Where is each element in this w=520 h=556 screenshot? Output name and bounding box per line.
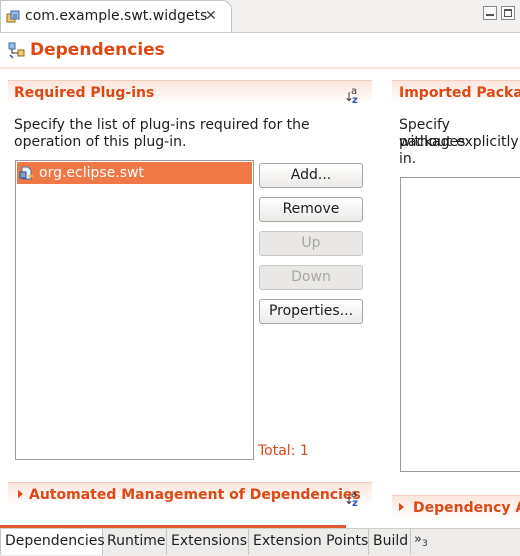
maximize-icon[interactable] <box>501 6 515 20</box>
up-button[interactable]: Up <box>259 231 363 256</box>
expand-twisty-icon[interactable] <box>18 490 23 498</box>
tab-overflow-chevron[interactable]: »3 <box>414 532 428 549</box>
automated-management-title[interactable]: Automated Management of Dependencies <box>29 487 361 503</box>
required-plugins-section-header: Required Plug-ins ↓ a z <box>8 80 372 107</box>
list-item[interactable]: org.eclipse.swt <box>17 162 252 184</box>
imported-packages-description-line2: without explicitly <box>399 134 519 150</box>
required-plugins-title: Required Plug-ins <box>14 85 155 101</box>
required-plugins-list[interactable]: org.eclipse.swt <box>15 160 254 460</box>
tab-extension-points[interactable]: Extension Points <box>249 529 369 555</box>
imported-packages-section-header: Imported Packag <box>392 80 520 104</box>
required-plugins-description-line1: Specify the list of plug-ins required fo… <box>14 117 310 133</box>
tab-build[interactable]: Build <box>369 529 411 555</box>
editor-page-tabs: Dependencies Runtime Extensions Extensio… <box>0 528 520 556</box>
properties-button[interactable]: Properties... <box>259 299 363 324</box>
add-button[interactable]: Add... <box>259 163 363 188</box>
required-plugins-description-line2: operation of this plug-in. <box>14 134 187 150</box>
plugin-manifest-icon <box>6 10 20 23</box>
editor-tab-bar: com.example.swt.widgets ✕ <box>0 0 520 33</box>
form-header: Dependencies <box>0 33 520 67</box>
header-divider <box>0 67 520 69</box>
sort-icon[interactable]: ↓ a z <box>344 490 360 510</box>
minimize-icon[interactable] <box>483 6 497 20</box>
tab-dependencies[interactable]: Dependencies <box>0 529 105 555</box>
expand-twisty-icon[interactable] <box>399 503 404 511</box>
down-button[interactable]: Down <box>259 265 363 290</box>
plugin-icon <box>19 166 33 180</box>
total-count: Total: 1 <box>258 443 309 459</box>
chevron-icon: » <box>414 532 422 547</box>
imported-packages-description-line3: in. <box>399 151 417 167</box>
dependency-analysis-section-header[interactable]: Dependency A <box>392 495 520 519</box>
remove-button[interactable]: Remove <box>259 197 363 222</box>
dependency-analysis-title[interactable]: Dependency A <box>413 500 520 516</box>
close-icon[interactable]: ✕ <box>205 8 217 24</box>
overflow-count: 3 <box>421 539 428 549</box>
tab-runtime[interactable]: Runtime <box>103 529 167 555</box>
imported-packages-list[interactable] <box>400 177 520 472</box>
editor-tab[interactable]: com.example.swt.widgets ✕ <box>0 0 232 32</box>
automated-management-section-header[interactable]: Automated Management of Dependencies ↓ a z <box>8 482 372 509</box>
plugin-dependencies-icon <box>8 42 25 59</box>
sort-icon[interactable]: ↓ a z <box>344 87 360 107</box>
list-item-label: org.eclipse.swt <box>39 165 144 181</box>
page-title: Dependencies <box>30 40 165 60</box>
editor-tab-title: com.example.swt.widgets <box>25 8 208 24</box>
tab-extensions[interactable]: Extensions <box>167 529 249 555</box>
imported-packages-title: Imported Packag <box>399 85 520 101</box>
